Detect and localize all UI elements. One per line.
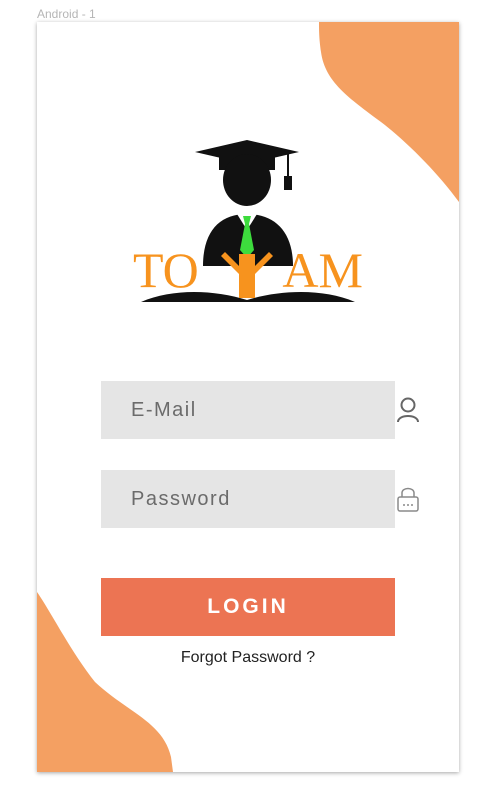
login-button[interactable]: LOGIN [101, 578, 395, 636]
artboard-label: Android - 1 [37, 7, 96, 21]
app-screen: TO AM LOGIN Forgot Password ? [37, 22, 459, 772]
password-input[interactable] [131, 487, 396, 511]
lock-icon [396, 485, 420, 513]
logo-wordmark: TO AM [133, 242, 363, 302]
password-field[interactable] [101, 470, 419, 528]
logo-text-left: TO [133, 242, 199, 298]
email-input[interactable] [131, 398, 396, 422]
email-field[interactable] [101, 381, 419, 439]
user-icon [396, 396, 420, 424]
toyam-logo: TO AM [133, 134, 363, 302]
logo-text-right: AM [282, 242, 363, 298]
forgot-password-link[interactable]: Forgot Password ? [101, 649, 395, 667]
